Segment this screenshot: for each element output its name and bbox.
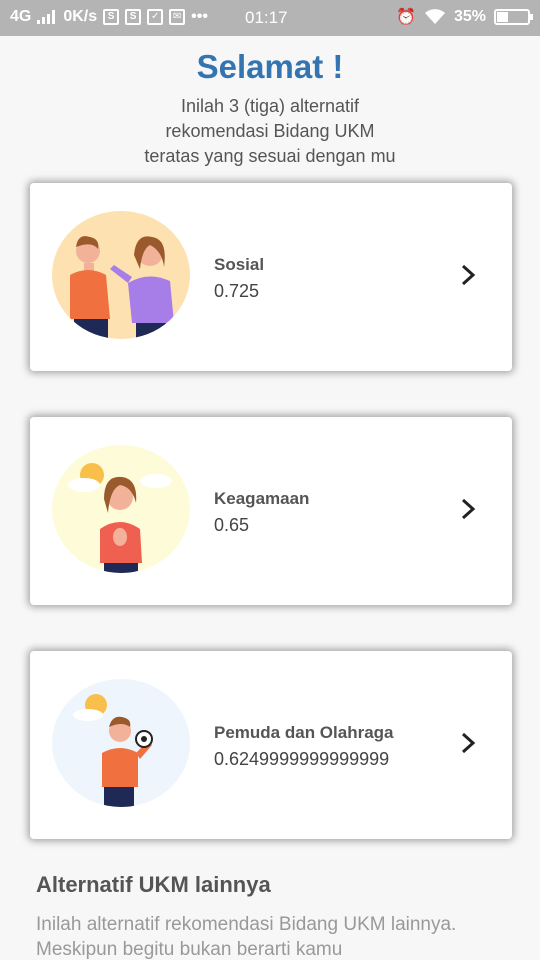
notification-app-icon: ✓ — [147, 9, 164, 25]
subtitle-line: Inilah 3 (tiga) alternatif — [180, 96, 360, 116]
network-label: 4G — [10, 8, 32, 25]
recommendation-card-sosial[interactable]: Sosial 0.725 — [30, 183, 512, 371]
chevron-right-icon[interactable] — [458, 731, 478, 755]
chevron-right-icon[interactable] — [458, 263, 478, 287]
wifi-icon — [424, 9, 445, 24]
recommendation-card-pemuda-dan-olahraga[interactable]: Pemuda dan Olahraga 0.6249999999999999 — [30, 651, 512, 839]
ukm-name: Keagamaan — [214, 489, 310, 508]
ukm-score: 0.725 — [214, 281, 260, 301]
status-right: ⏰ 35% — [396, 7, 533, 27]
ukm-name: Sosial — [214, 255, 265, 274]
status-left: 4G 0K/s S S ✓ ✉ ••• — [10, 8, 208, 26]
recommendation-card-keagamaan[interactable]: Keagamaan 0.65 — [30, 417, 512, 605]
mail-icon: ✉ — [169, 9, 186, 25]
boy-with-soccer-ball-illustration-icon — [52, 679, 190, 807]
network-speed: 0K/s — [63, 8, 98, 25]
more-notifications-icon: ••• — [191, 8, 208, 25]
subtitle-line: rekomendasi Bidang UKM — [165, 121, 375, 141]
battery-percent: 35% — [453, 8, 486, 25]
other-ukm-description: Inilah alternatif rekomendasi Bidang UKM… — [36, 914, 457, 960]
signal-icon — [37, 10, 56, 24]
notification-s2-icon: S — [125, 9, 142, 25]
card-info: Sosial 0.725 — [214, 255, 264, 302]
card-info: Pemuda dan Olahraga 0.6249999999999999 — [214, 723, 394, 770]
status-bar: 4G 0K/s S S ✓ ✉ ••• 01:17 ⏰ 35% — [0, 0, 540, 36]
notification-s-icon: S — [103, 9, 120, 25]
ukm-name: Pemuda dan Olahraga — [214, 723, 394, 742]
other-ukm-title: Alternatif UKM lainnya — [36, 872, 271, 897]
ukm-score: 0.6249999999999999 — [214, 749, 390, 769]
two-people-talking-illustration-icon — [52, 211, 190, 339]
praying-woman-illustration-icon — [52, 445, 190, 573]
alarm-icon: ⏰ — [396, 9, 416, 26]
ukm-score: 0.65 — [214, 515, 250, 535]
page-subtitle: Inilah 3 (tiga) alternatif rekomendasi B… — [0, 94, 540, 169]
card-info: Keagamaan 0.65 — [214, 489, 309, 536]
page-title: Selamat ! — [196, 48, 344, 85]
chevron-right-icon[interactable] — [458, 497, 478, 521]
subtitle-line: teratas yang sesuai dengan mu — [144, 146, 396, 166]
battery-icon — [494, 9, 533, 25]
clock: 01:17 — [245, 8, 288, 27]
